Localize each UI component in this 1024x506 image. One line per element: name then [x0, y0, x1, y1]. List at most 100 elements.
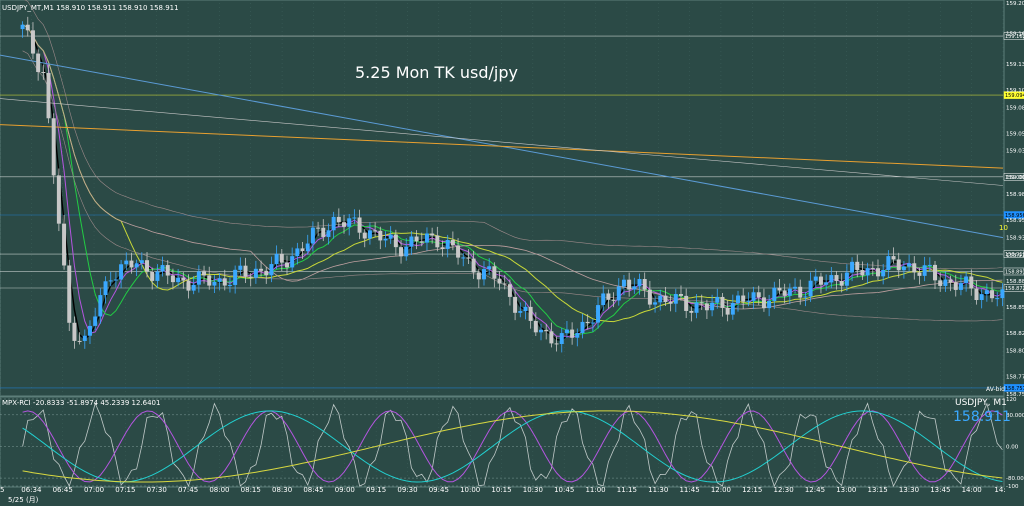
candle-body	[678, 293, 683, 296]
candle-body	[715, 296, 720, 303]
candle-body	[855, 261, 860, 271]
candle-body	[196, 271, 201, 285]
candle-body	[305, 243, 310, 252]
candle-body	[129, 260, 134, 268]
candle-body	[186, 280, 191, 291]
candle-body	[850, 261, 855, 273]
price-tick-label: 158.930	[1006, 236, 1024, 242]
price-tick-label: 159.000	[1006, 175, 1024, 181]
candle-body	[699, 302, 704, 304]
candle-body	[539, 329, 544, 333]
candle-body	[793, 286, 798, 289]
candle-body	[378, 230, 383, 241]
x-tick-label: 07:30	[147, 486, 167, 494]
candle-body	[134, 263, 139, 268]
candle-body	[367, 230, 372, 239]
candle-body	[751, 292, 756, 301]
candle-body	[917, 272, 922, 276]
price-tick-label: 158.800	[1006, 349, 1024, 355]
candle-body	[736, 295, 741, 304]
candle-body	[295, 248, 300, 257]
x-tick-label: 07:45	[178, 486, 198, 494]
candle-body	[393, 234, 398, 248]
candle-body	[653, 302, 658, 305]
candle-body	[870, 268, 875, 270]
candle-body	[445, 240, 450, 249]
candle-body	[430, 233, 435, 236]
candle-body	[424, 233, 429, 243]
candle-body	[253, 268, 258, 278]
candle-body	[160, 265, 165, 272]
candle-body	[331, 216, 336, 231]
candle-body	[352, 217, 357, 219]
price-tag-text: 158.872	[1005, 286, 1024, 292]
candle-body	[176, 277, 181, 283]
candle-body	[150, 271, 155, 281]
candle-body	[507, 284, 512, 297]
x-tick-label: 13:15	[868, 486, 888, 494]
candle-body	[829, 275, 834, 283]
candle-body	[269, 264, 274, 276]
candle-body	[108, 280, 113, 282]
x-tick-label: 08:30	[272, 486, 292, 494]
candle-body	[544, 329, 549, 332]
candle-body	[450, 240, 455, 246]
x-tick-label: 06:34	[21, 486, 42, 494]
candle-body	[321, 227, 326, 237]
candle-body	[20, 24, 25, 30]
candle-body	[103, 281, 108, 296]
x-tick-label: 14:	[994, 486, 1005, 494]
candle-body	[886, 256, 891, 270]
candle-body	[642, 278, 647, 290]
candle-body	[844, 272, 849, 286]
candle-body	[995, 298, 1000, 300]
candle-body	[969, 276, 974, 289]
candle-body	[611, 299, 616, 301]
candle-body	[492, 266, 497, 279]
candle-body	[481, 269, 486, 280]
candle-body	[264, 270, 269, 276]
price-tick-label: 159.130	[1006, 62, 1024, 68]
candle-body	[865, 268, 870, 276]
candle-body	[979, 294, 984, 301]
trade-label: AV-bid	[986, 386, 1005, 393]
x-tick-label: 06:45	[53, 486, 73, 494]
candle-body	[938, 280, 943, 286]
candle-body	[673, 293, 678, 304]
x-tick-label: 10:00	[460, 486, 480, 494]
candle-body	[41, 72, 46, 74]
x-tick-label: 13:00	[836, 486, 856, 494]
candle-body	[513, 296, 518, 313]
x-tick-label: 07:15	[115, 486, 135, 494]
candle-body	[362, 232, 367, 239]
candle-body	[964, 276, 969, 284]
candle-body	[953, 282, 958, 290]
candle-body	[435, 235, 440, 248]
candle-body	[471, 258, 476, 273]
candle-body	[533, 320, 538, 333]
candle-body	[839, 280, 844, 286]
trading-chart: 159.162159.094159.000158.956158.911158.8…	[0, 0, 1024, 506]
candle-body	[139, 260, 144, 264]
candle-body	[974, 288, 979, 301]
candle-body	[212, 281, 217, 286]
date-label: 5/25 (月)	[8, 496, 39, 504]
candle-body	[933, 264, 938, 281]
price-tick-label: 159.050	[1006, 131, 1024, 137]
candle-body	[170, 275, 175, 283]
x-tick-label: 08:00	[209, 486, 229, 494]
x-tick-label: 12:00	[711, 486, 731, 494]
candle-body	[87, 325, 92, 336]
candle-body	[300, 248, 305, 252]
candle-body	[580, 321, 585, 333]
candle-body	[761, 297, 766, 309]
main-header: USDJPY_MT,M1 158.910 158.911 158.910 158…	[2, 4, 179, 12]
x-tick-label: 13:30	[899, 486, 919, 494]
candle-body	[803, 296, 808, 298]
price-tick-label: 158.770	[1006, 375, 1024, 381]
candle-body	[487, 266, 492, 270]
candle-body	[772, 287, 777, 301]
price-tag-text: 159.094	[1005, 93, 1024, 99]
x-tick-label: 11:15	[617, 486, 637, 494]
candle-body	[564, 329, 569, 334]
